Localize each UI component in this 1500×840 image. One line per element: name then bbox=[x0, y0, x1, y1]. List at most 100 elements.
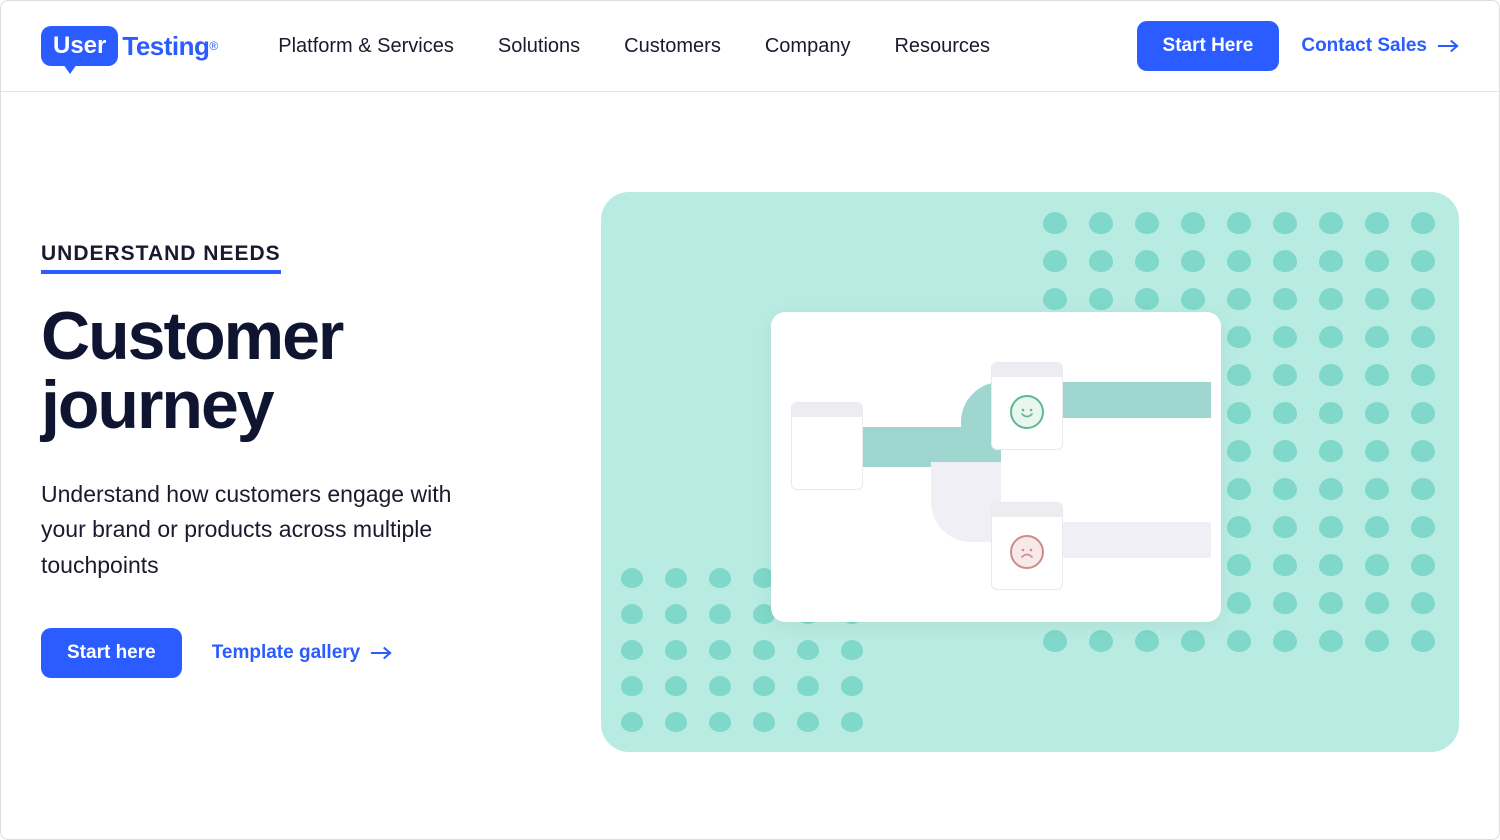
decorative-dot bbox=[1273, 554, 1297, 576]
decorative-dot bbox=[1319, 288, 1343, 310]
decorative-dot bbox=[621, 568, 643, 588]
brand-mark: User bbox=[41, 26, 118, 66]
hero-subhead: Understand how customers engage with you… bbox=[41, 477, 501, 584]
decorative-dot bbox=[1043, 212, 1067, 234]
decorative-dot bbox=[1411, 326, 1435, 348]
decorative-dot bbox=[1273, 402, 1297, 424]
decorative-dot bbox=[1089, 630, 1113, 652]
decorative-dot bbox=[1273, 212, 1297, 234]
journey-step-start bbox=[791, 402, 863, 490]
primary-nav: Platform & Services Solutions Customers … bbox=[278, 35, 1112, 58]
decorative-dot bbox=[1319, 478, 1343, 500]
brand-logo[interactable]: User Testing ® bbox=[41, 26, 218, 66]
decorative-dot bbox=[1365, 250, 1389, 272]
decorative-dot bbox=[621, 676, 643, 696]
decorative-dot bbox=[1319, 554, 1343, 576]
nav-customers[interactable]: Customers bbox=[624, 35, 721, 58]
decorative-dot bbox=[1319, 402, 1343, 424]
decorative-dot bbox=[665, 640, 687, 660]
hero-eyebrow: UNDERSTAND NEEDS bbox=[41, 242, 281, 274]
decorative-dot bbox=[1227, 554, 1251, 576]
decorative-dot bbox=[709, 640, 731, 660]
decorative-dot bbox=[1227, 440, 1251, 462]
decorative-dot bbox=[1043, 630, 1067, 652]
decorative-dot bbox=[841, 712, 863, 732]
nav-resources[interactable]: Resources bbox=[894, 35, 990, 58]
decorative-dot bbox=[1319, 516, 1343, 538]
decorative-dot bbox=[1365, 326, 1389, 348]
decorative-dot bbox=[1411, 364, 1435, 386]
hero-visual bbox=[601, 192, 1459, 752]
decorative-dot bbox=[1273, 364, 1297, 386]
hero-visual-bg bbox=[601, 192, 1459, 752]
decorative-dot bbox=[1043, 250, 1067, 272]
decorative-dot bbox=[753, 712, 775, 732]
hero-section: UNDERSTAND NEEDS Customer journey Unders… bbox=[1, 92, 1499, 792]
decorative-dot bbox=[1273, 288, 1297, 310]
registered-mark: ® bbox=[209, 39, 218, 53]
arrow-right-icon bbox=[370, 646, 392, 660]
decorative-dot bbox=[1319, 326, 1343, 348]
decorative-dot bbox=[1273, 326, 1297, 348]
nav-platform-services[interactable]: Platform & Services bbox=[278, 35, 454, 58]
decorative-dot bbox=[1227, 478, 1251, 500]
decorative-dot bbox=[1273, 440, 1297, 462]
decorative-dot bbox=[1365, 440, 1389, 462]
decorative-dot bbox=[709, 604, 731, 624]
flow-bar-teal bbox=[1061, 382, 1211, 418]
decorative-dot bbox=[1411, 630, 1435, 652]
decorative-dot bbox=[1181, 630, 1205, 652]
decorative-dot bbox=[1411, 554, 1435, 576]
decorative-dot bbox=[1411, 288, 1435, 310]
decorative-dot bbox=[1135, 212, 1159, 234]
decorative-dot bbox=[665, 568, 687, 588]
decorative-dot bbox=[1365, 364, 1389, 386]
hero-headline: Customer journey bbox=[41, 302, 561, 441]
hero-start-button[interactable]: Start here bbox=[41, 628, 182, 678]
decorative-dot bbox=[1319, 592, 1343, 614]
journey-card bbox=[771, 312, 1221, 622]
arrow-right-icon bbox=[1437, 39, 1459, 53]
decorative-dot bbox=[1411, 250, 1435, 272]
decorative-dot bbox=[841, 676, 863, 696]
decorative-dot bbox=[1365, 212, 1389, 234]
decorative-dot bbox=[709, 712, 731, 732]
decorative-dot bbox=[1273, 592, 1297, 614]
start-here-button[interactable]: Start Here bbox=[1137, 21, 1280, 71]
nav-company[interactable]: Company bbox=[765, 35, 851, 58]
decorative-dot bbox=[709, 676, 731, 696]
hero-actions: Start here Template gallery bbox=[41, 628, 561, 678]
decorative-dot bbox=[665, 712, 687, 732]
contact-sales-link[interactable]: Contact Sales bbox=[1301, 35, 1459, 57]
decorative-dot bbox=[1365, 554, 1389, 576]
decorative-dot bbox=[1227, 516, 1251, 538]
decorative-dot bbox=[1227, 402, 1251, 424]
decorative-dot bbox=[1365, 592, 1389, 614]
decorative-dot bbox=[1411, 440, 1435, 462]
decorative-dot bbox=[1181, 250, 1205, 272]
decorative-dot bbox=[1089, 288, 1113, 310]
template-gallery-link[interactable]: Template gallery bbox=[212, 642, 393, 664]
decorative-dot bbox=[1411, 592, 1435, 614]
flow-bar-grey bbox=[1061, 522, 1211, 558]
nav-solutions[interactable]: Solutions bbox=[498, 35, 580, 58]
decorative-dot bbox=[1319, 212, 1343, 234]
decorative-dot bbox=[797, 712, 819, 732]
decorative-dot bbox=[1273, 516, 1297, 538]
journey-step-happy bbox=[991, 362, 1063, 450]
decorative-dot bbox=[1089, 250, 1113, 272]
happy-face-icon bbox=[1010, 395, 1044, 429]
decorative-dot bbox=[1319, 250, 1343, 272]
decorative-dot bbox=[665, 676, 687, 696]
decorative-dot bbox=[1181, 212, 1205, 234]
sad-face-icon bbox=[1010, 535, 1044, 569]
contact-sales-label: Contact Sales bbox=[1301, 35, 1427, 57]
decorative-dot bbox=[665, 604, 687, 624]
decorative-dot bbox=[1135, 630, 1159, 652]
decorative-dot bbox=[621, 712, 643, 732]
decorative-dot bbox=[1365, 516, 1389, 538]
brand-word: Testing bbox=[122, 31, 209, 62]
decorative-dot bbox=[1227, 630, 1251, 652]
decorative-dot bbox=[1227, 288, 1251, 310]
decorative-dot bbox=[1365, 630, 1389, 652]
